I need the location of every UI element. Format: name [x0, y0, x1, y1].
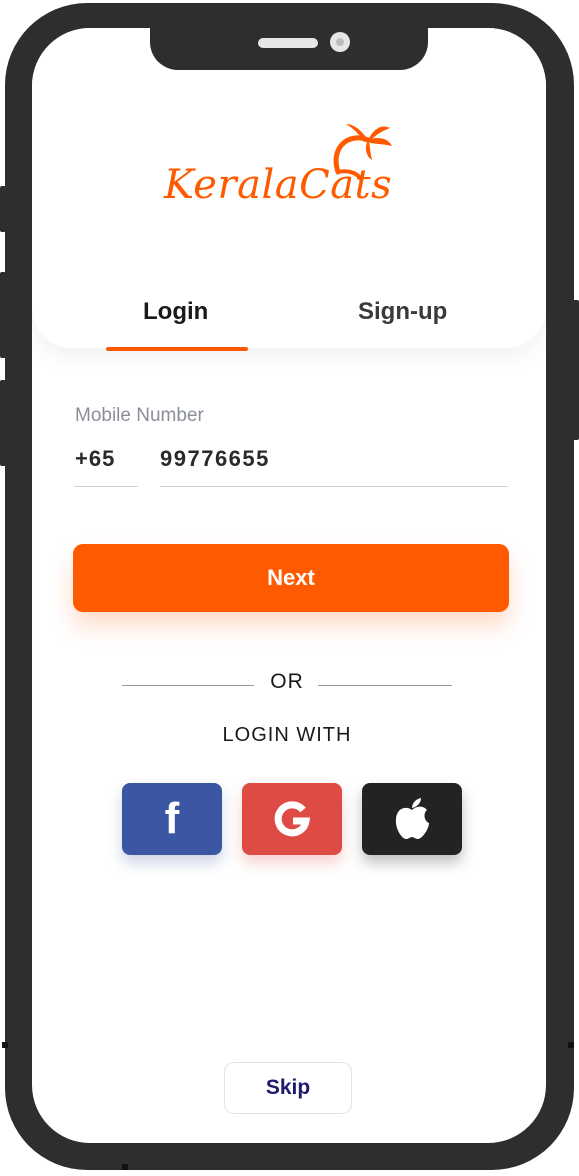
- google-icon: [274, 801, 311, 837]
- phone-number-input[interactable]: 99776655: [160, 446, 270, 472]
- frame-mark: [122, 1164, 128, 1170]
- divider-line-left: [122, 685, 254, 686]
- frame-mark: [568, 1042, 574, 1048]
- side-button: [573, 300, 579, 440]
- or-divider-text: OR: [270, 670, 304, 693]
- app-screen: KeralaCats Login Sign-up Mobile Number +…: [32, 28, 546, 1143]
- brand-name: KeralaCats: [164, 162, 393, 208]
- front-camera: [330, 32, 350, 52]
- side-button: [0, 272, 6, 358]
- device-notch: [150, 28, 428, 70]
- next-button[interactable]: Next: [73, 544, 509, 612]
- tab-sign-up[interactable]: Sign-up: [358, 298, 447, 326]
- side-button: [0, 186, 6, 232]
- facebook-login-button[interactable]: f: [122, 783, 222, 855]
- google-login-button[interactable]: [242, 783, 342, 855]
- side-button: [0, 380, 6, 466]
- mobile-number-label: Mobile Number: [75, 405, 204, 426]
- facebook-icon: f: [164, 794, 180, 843]
- country-code-field[interactable]: +65: [75, 446, 115, 472]
- speaker-grille: [258, 38, 318, 48]
- skip-button[interactable]: Skip: [224, 1062, 352, 1114]
- apple-login-button[interactable]: [362, 783, 462, 855]
- phone-number-underline: [160, 486, 508, 487]
- brand-logo: KeralaCats: [160, 120, 420, 220]
- active-tab-indicator: [106, 347, 248, 351]
- tab-login[interactable]: Login: [143, 298, 208, 326]
- frame-mark: [2, 1042, 8, 1048]
- divider-line-right: [318, 685, 452, 686]
- header-card: KeralaCats Login Sign-up: [32, 28, 546, 351]
- login-with-heading: LOGIN WITH: [222, 724, 352, 746]
- apple-icon: [395, 798, 429, 839]
- country-code-underline: [74, 486, 138, 487]
